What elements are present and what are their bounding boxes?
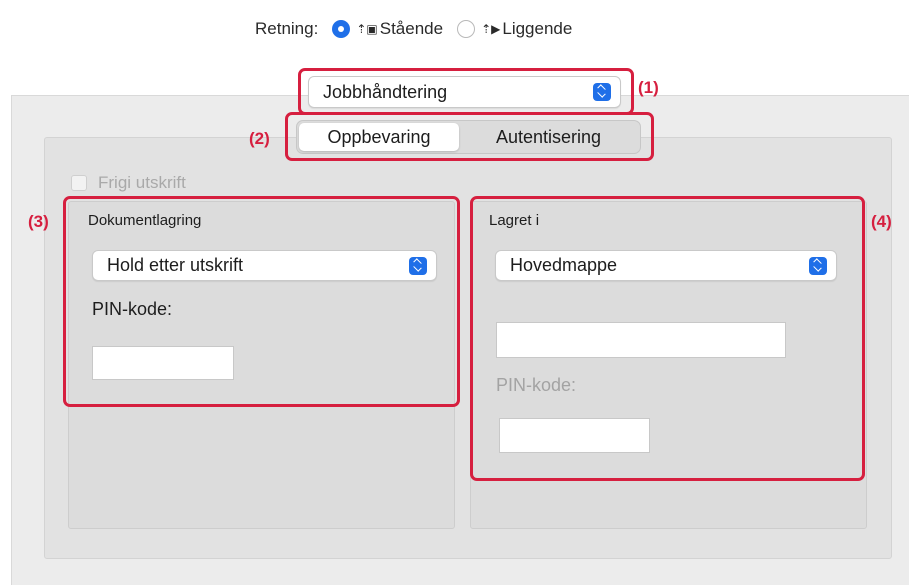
orientation-label: Retning: [255, 19, 319, 38]
callout-box-1 [298, 68, 634, 115]
landscape-radio[interactable] [457, 20, 476, 38]
landscape-label[interactable]: Liggende [502, 19, 572, 39]
portrait-radio[interactable] [332, 20, 351, 38]
portrait-label[interactable]: Stående [380, 19, 443, 39]
callout-2: (2) [249, 129, 270, 148]
release-print-checkbox[interactable] [71, 175, 87, 191]
callout-box-3 [63, 196, 460, 407]
callout-box-4 [470, 196, 865, 481]
landscape-icon: ⇡▶ [481, 22, 501, 36]
callout-4: (4) [871, 212, 892, 231]
release-print-label: Frigi utskrift [98, 173, 186, 192]
orientation-row: Retning: ⇡▣ Stående ⇡▶ Liggende [255, 17, 586, 41]
callout-3: (3) [28, 212, 49, 231]
callout-1: (1) [638, 78, 659, 97]
portrait-icon: ⇡▣ [356, 22, 378, 36]
callout-box-2 [285, 112, 654, 161]
